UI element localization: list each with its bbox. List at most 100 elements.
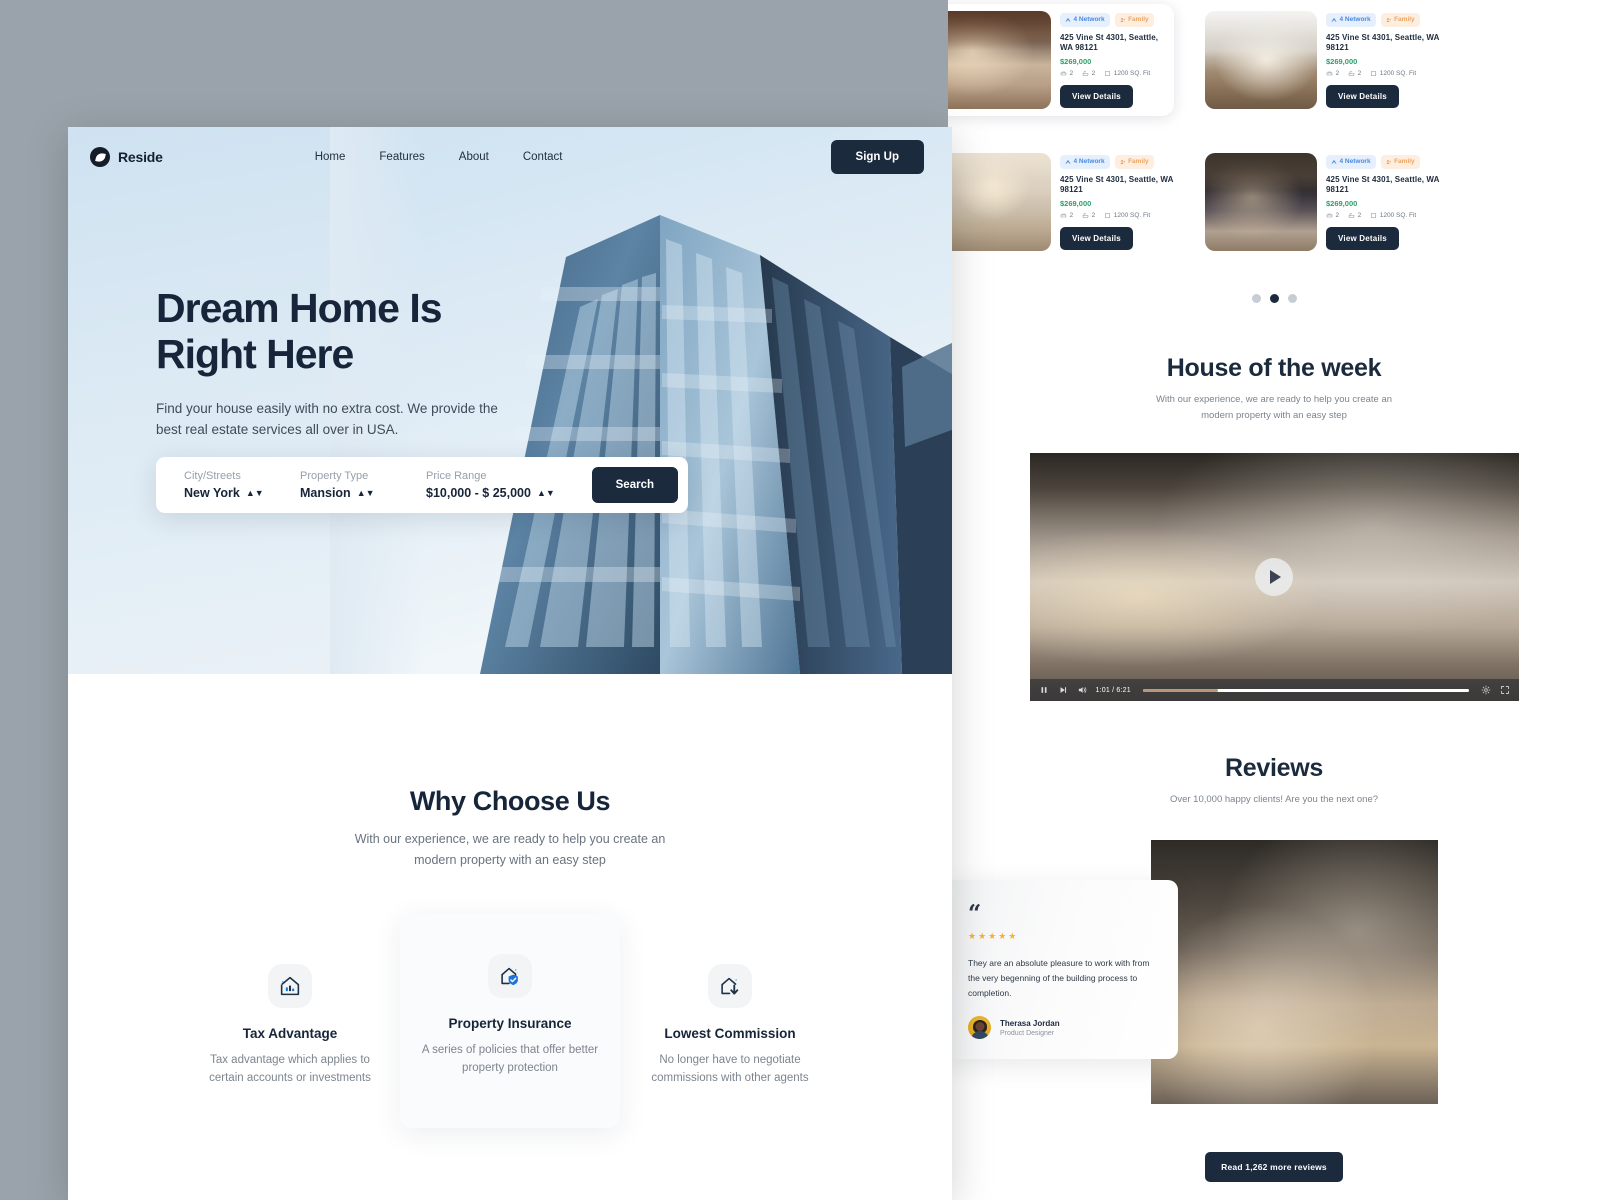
fullscreen-icon[interactable] — [1500, 685, 1510, 695]
badge-network: 4 Network — [1326, 13, 1376, 27]
sign-up-button[interactable]: Sign Up — [830, 140, 924, 174]
search-field-type-value[interactable]: Mansion ▲▼ — [300, 486, 426, 500]
spec-area: 1200 SQ. Fit — [1104, 70, 1150, 77]
next-track-icon[interactable] — [1058, 685, 1068, 695]
property-thumbnail — [1205, 153, 1317, 251]
badge-family: Family — [1114, 155, 1154, 169]
area-icon — [1105, 71, 1111, 77]
badge-family: Family — [1114, 13, 1154, 27]
spec-beds: 2 — [1060, 212, 1073, 219]
view-details-button[interactable]: View Details — [1060, 227, 1133, 251]
property-specs: 2 2 1200 SQ. Fit — [1060, 70, 1167, 77]
badge-family-label: Family — [1394, 15, 1415, 23]
play-button[interactable] — [1255, 558, 1293, 597]
bed-icon — [1060, 71, 1067, 76]
feature-card-tax-advantage[interactable]: Tax Advantage Tax advantage which applie… — [180, 930, 400, 1129]
chevron-updown-icon: ▲▼ — [245, 487, 264, 498]
spec-beds: 2 — [1326, 70, 1339, 77]
property-price: $269,000 — [1326, 57, 1358, 67]
badge-network-label: 4 Network — [1339, 157, 1371, 165]
feature-card-lowest-commission[interactable]: Lowest Commission No longer have to nego… — [620, 930, 840, 1129]
badge-network: 4 Network — [1060, 13, 1110, 27]
network-icon — [1065, 17, 1071, 22]
gear-icon[interactable] — [1481, 685, 1491, 695]
why-subtitle: With our experience, we are ready to hel… — [354, 832, 666, 868]
property-card[interactable]: 4 Network Family 425 Vine St 4301, Seatt… — [948, 146, 1174, 258]
avatar-body — [970, 1031, 989, 1040]
house-arrow-down-icon — [721, 977, 739, 995]
spec-area: 1200 SQ. Fit — [1370, 70, 1416, 77]
feature-desc: Tax advantage which applies to certain a… — [209, 1053, 371, 1085]
nav-link-features[interactable]: Features — [379, 151, 424, 163]
house-of-the-week-section: House of the week With our experience, w… — [948, 354, 1600, 702]
hero-subtitle: Find your house easily with no extra cos… — [156, 400, 498, 438]
property-price: $269,000 — [1060, 199, 1092, 209]
property-info: 4 Network Family 425 Vine St 4301, Seatt… — [1060, 153, 1174, 251]
quote-mark-icon: “ — [968, 899, 982, 927]
spec-baths-value: 2 — [1357, 212, 1362, 220]
property-info: 4 Network Family 425 Vine St 4301, Seatt… — [1326, 11, 1440, 109]
property-badges: 4 Network Family — [1326, 155, 1440, 169]
family-icon — [1120, 159, 1125, 164]
review-text: They are an absolute pleasure to work wi… — [968, 957, 1150, 998]
badge-family-label: Family — [1128, 157, 1149, 165]
video-controls-bar: 1:01 / 6:21 — [1029, 679, 1519, 702]
video-timestamp: 1:01 / 6:21 — [1095, 686, 1131, 694]
carousel-dot-2[interactable] — [1269, 294, 1279, 303]
view-details-button[interactable]: View Details — [1326, 85, 1399, 109]
section-title: Reviews — [1225, 754, 1323, 782]
reviews-section: Reviews Over 10,000 happy clients! Are y… — [948, 754, 1600, 1182]
bed-icon — [1060, 213, 1067, 218]
family-icon — [1120, 17, 1125, 22]
search-field-city-value[interactable]: New York ▲▼ — [184, 486, 300, 500]
search-field-price-label: Price Range — [426, 470, 487, 482]
property-address: 425 Vine St 4301, Seattle, WA 98121 — [1060, 174, 1174, 195]
reviewer-role: Product Designer — [1000, 1029, 1055, 1037]
badge-family-label: Family — [1394, 157, 1415, 165]
nav-link-contact[interactable]: Contact — [523, 151, 563, 163]
read-more-reviews-button[interactable]: Read 1,262 more reviews — [1205, 1151, 1343, 1182]
feature-icon-wrap — [708, 963, 752, 1008]
search-button[interactable]: Search — [591, 467, 678, 503]
nav-link-about[interactable]: About — [459, 151, 489, 163]
search-field-property-type[interactable]: Property Type Mansion ▲▼ — [300, 470, 426, 500]
carousel-dot-3[interactable] — [1287, 294, 1297, 303]
house-of-the-week-heading: House of the week With our experience, w… — [948, 354, 1600, 423]
property-card[interactable]: 4 Network Family 425 Vine St 4301, Seatt… — [1198, 4, 1440, 116]
nav-link-home[interactable]: Home — [315, 151, 346, 163]
view-details-button[interactable]: View Details — [1326, 227, 1399, 251]
top-navigation: Reside Home Features About Contact Sign … — [68, 127, 952, 187]
property-card[interactable]: 4 Network Family 425 Vine St 4301, Seatt… — [1198, 146, 1440, 258]
feature-card-property-insurance[interactable]: Property Insurance A series of policies … — [400, 913, 620, 1129]
brand-logo[interactable]: Reside — [90, 147, 163, 167]
property-card[interactable]: 4 Network Family 425 Vine St 4301, Seatt… — [948, 4, 1174, 116]
spec-baths: 2 — [1082, 70, 1095, 77]
search-field-city[interactable]: City/Streets New York ▲▼ — [184, 470, 300, 500]
view-details-button[interactable]: View Details — [1060, 85, 1133, 109]
spec-beds-value: 2 — [1069, 70, 1074, 78]
price-selected-value: $10,000 - $ 25,000 — [426, 486, 531, 500]
spec-area-value: 1200 SQ. Fit — [1113, 212, 1151, 220]
reviews-heading: Reviews Over 10,000 happy clients! Are y… — [948, 754, 1600, 808]
house-video-player[interactable]: 1:01 / 6:21 — [1029, 453, 1519, 702]
carousel-dots — [948, 294, 1600, 303]
carousel-dot-1[interactable] — [1251, 294, 1261, 303]
video-progress-played — [1142, 688, 1218, 692]
feature-title: Property Insurance — [448, 1015, 572, 1031]
section-subtitle: Over 10,000 happy clients! Are you the n… — [1169, 794, 1379, 805]
video-progress-bar[interactable] — [1142, 688, 1469, 692]
feature-icon-wrap — [268, 963, 312, 1008]
pause-icon[interactable] — [1039, 685, 1049, 695]
search-field-price-range[interactable]: Price Range $10,000 - $ 25,000 ▲▼ — [426, 470, 586, 500]
property-thumbnail — [1205, 11, 1317, 109]
spec-area: 1200 SQ. Fit — [1104, 212, 1150, 219]
why-title: Why Choose Us — [409, 786, 611, 816]
hero-title-line2: Right Here — [156, 331, 354, 378]
house-chart-icon — [280, 976, 300, 995]
property-info: 4 Network Family 425 Vine St 4301, Seatt… — [1060, 11, 1167, 109]
chevron-updown-icon: ▲▼ — [536, 487, 555, 498]
volume-icon[interactable] — [1077, 685, 1087, 695]
nav-links: Home Features About Contact — [315, 151, 563, 163]
spec-area-value: 1200 SQ. Fit — [1379, 212, 1417, 220]
search-field-price-value[interactable]: $10,000 - $ 25,000 ▲▼ — [426, 486, 586, 500]
